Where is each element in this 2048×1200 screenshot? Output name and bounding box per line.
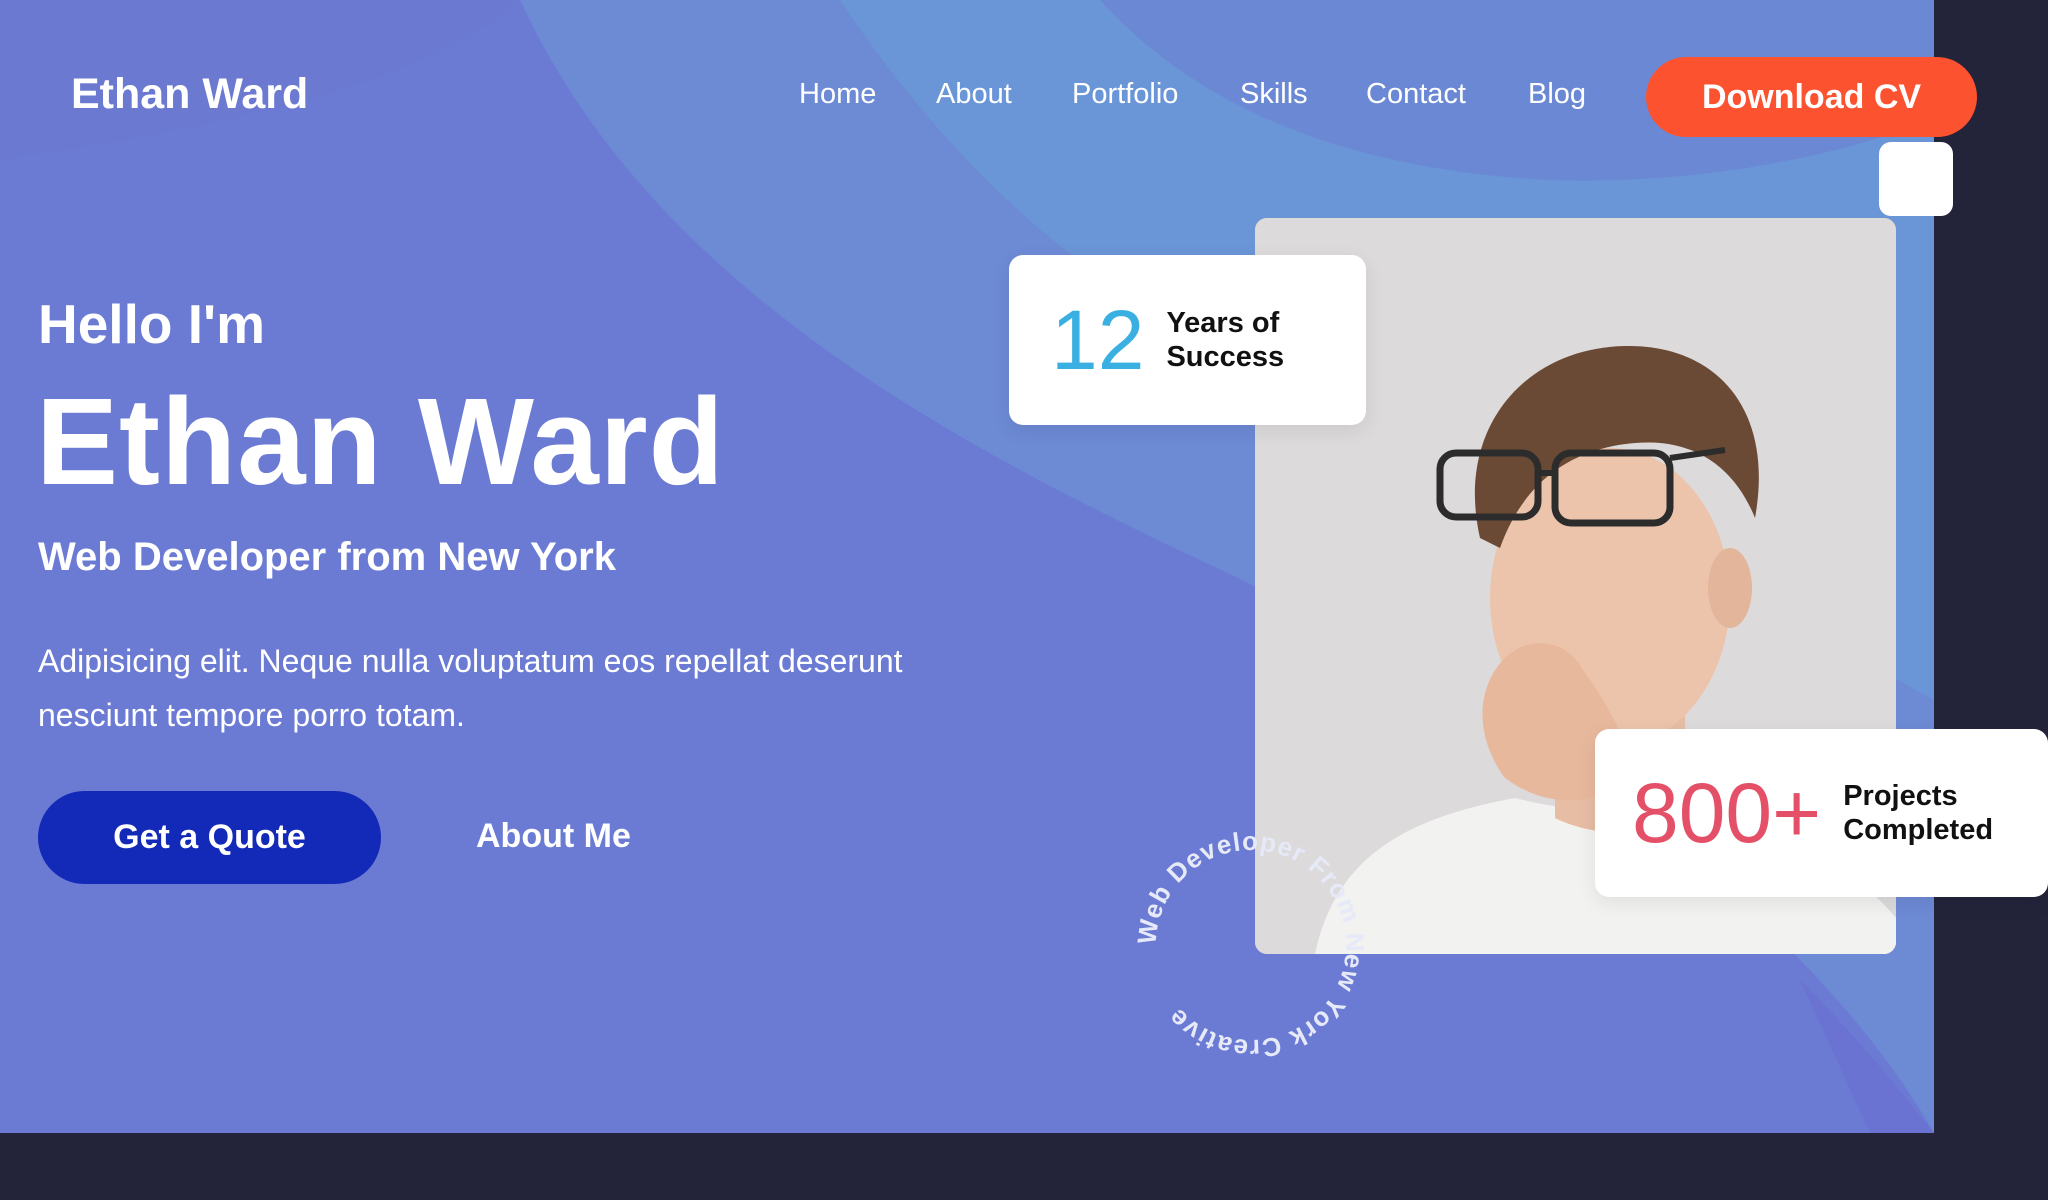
- hero-section: Ethan Ward Home About Portfolio Skills C…: [0, 0, 1934, 1133]
- menu-toggle-button[interactable]: [1879, 142, 1953, 216]
- projects-label: Projects Completed: [1843, 779, 1993, 847]
- circular-badge: Web Developer From New York Creative: [1131, 826, 1370, 1064]
- nav-portfolio[interactable]: Portfolio: [1072, 78, 1178, 111]
- projects-stat-card: 800+ Projects Completed: [1595, 729, 2048, 897]
- projects-number: 800+: [1632, 766, 1822, 860]
- years-label: Years of Success: [1166, 306, 1284, 374]
- circular-badge-text: Web Developer From New York Creative: [1131, 826, 1370, 1064]
- years-number: 12: [1051, 293, 1145, 387]
- projects-label-line1: Projects: [1843, 780, 1958, 812]
- hero-name: Ethan Ward: [36, 374, 725, 511]
- years-label-line1: Years of: [1166, 307, 1280, 339]
- nav-home[interactable]: Home: [799, 78, 876, 111]
- projects-label-line2: Completed: [1843, 814, 1994, 846]
- get-quote-button[interactable]: Get a Quote: [38, 791, 381, 884]
- years-stat-card: 12 Years of Success: [1009, 255, 1366, 425]
- nav-about[interactable]: About: [936, 78, 1012, 111]
- years-label-line2: Success: [1166, 341, 1285, 373]
- main-navigation: Home About Portfolio Skills Contact Blog: [0, 78, 1934, 118]
- hero-greeting: Hello I'm: [38, 293, 266, 355]
- hero-role: Web Developer from New York: [38, 535, 616, 579]
- hero-description: Adipisicing elit. Neque nulla voluptatum…: [38, 643, 903, 733]
- nav-skills[interactable]: Skills: [1240, 78, 1308, 111]
- about-me-link[interactable]: About Me: [476, 817, 631, 856]
- nav-contact[interactable]: Contact: [1366, 78, 1466, 111]
- download-cv-button[interactable]: Download CV: [1646, 57, 1977, 137]
- nav-blog[interactable]: Blog: [1528, 78, 1586, 111]
